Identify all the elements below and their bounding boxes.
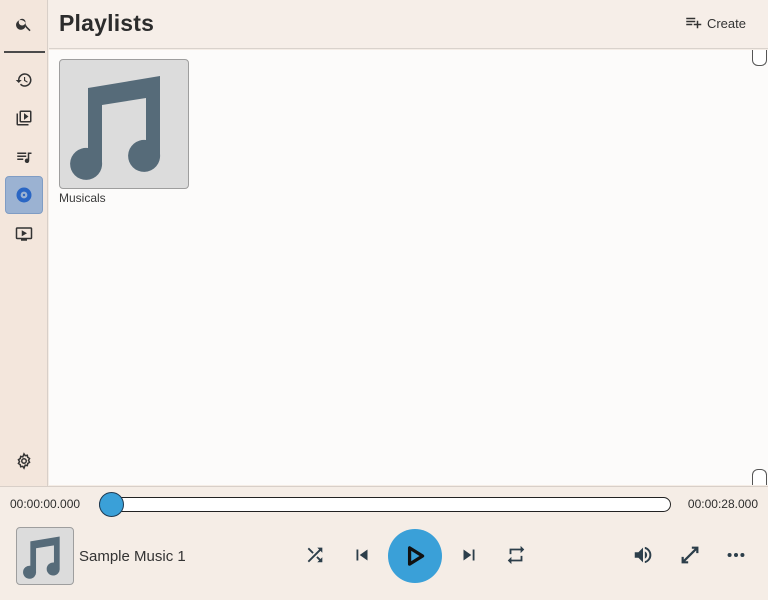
music-note-icon	[70, 76, 161, 180]
playlist-artwork	[59, 59, 189, 189]
repeat-icon	[507, 545, 525, 565]
sidebar-item-live-tv[interactable]	[5, 215, 43, 253]
playlist-name: Musicals	[59, 191, 106, 205]
page-header: Playlists Create	[49, 0, 768, 49]
search-button[interactable]	[5, 5, 43, 43]
repeat-button[interactable]	[503, 542, 529, 568]
live-tv-icon	[15, 227, 33, 241]
shuffle-button[interactable]	[302, 542, 328, 568]
skip-previous-icon	[356, 549, 368, 561]
queue-music-icon	[17, 152, 32, 164]
total-time: 00:00:28.000	[687, 497, 758, 511]
settings-button[interactable]	[5, 442, 43, 480]
next-button[interactable]	[456, 542, 482, 568]
play-icon	[407, 546, 425, 566]
scrollbar-down[interactable]	[752, 469, 767, 485]
scrollbar-track[interactable]	[751, 50, 768, 485]
create-label: Create	[706, 15, 746, 31]
playlist-grid: Musicals	[49, 50, 751, 485]
album-icon	[16, 187, 32, 203]
sidebar-item-albums[interactable]	[5, 176, 43, 214]
video-library-icon	[16, 110, 32, 126]
gear-icon	[17, 452, 31, 470]
playlist-add-icon	[686, 17, 702, 29]
playlist-tile[interactable]: Musicals	[59, 59, 189, 205]
more-icon	[727, 552, 745, 558]
sidebar-item-queue-music[interactable]	[5, 138, 43, 176]
sidebar	[0, 0, 48, 486]
sidebar-divider	[4, 51, 45, 53]
fullscreen-button[interactable]	[677, 542, 703, 568]
seek-bar[interactable]	[99, 497, 671, 512]
seek-handle[interactable]	[99, 492, 124, 517]
current-time: 00:00:00.000	[10, 497, 81, 511]
sidebar-item-video-library[interactable]	[5, 99, 43, 137]
scrollbar-up[interactable]	[752, 50, 767, 66]
volume-button[interactable]	[630, 542, 656, 568]
history-icon	[15, 73, 32, 87]
now-playing-artwork[interactable]	[16, 527, 74, 585]
skip-next-icon	[463, 549, 475, 561]
create-playlist-button[interactable]: Create	[683, 14, 746, 32]
music-note-icon	[23, 536, 60, 579]
previous-button[interactable]	[349, 542, 375, 568]
more-button[interactable]	[723, 542, 749, 568]
player-bar: 00:00:00.000 00:00:28.000 Sample Music 1	[0, 486, 768, 600]
app-window: Playlists Create Musicals 00:00:00.000 0…	[0, 0, 768, 600]
search-icon	[16, 18, 31, 32]
page-title: Playlists	[59, 10, 155, 36]
volume-icon	[634, 546, 652, 564]
now-playing-title: Sample Music 1	[79, 548, 186, 565]
play-button[interactable]	[388, 529, 442, 583]
shuffle-icon	[307, 547, 323, 563]
fullscreen-icon	[681, 546, 699, 564]
sidebar-item-history[interactable]	[5, 61, 43, 99]
